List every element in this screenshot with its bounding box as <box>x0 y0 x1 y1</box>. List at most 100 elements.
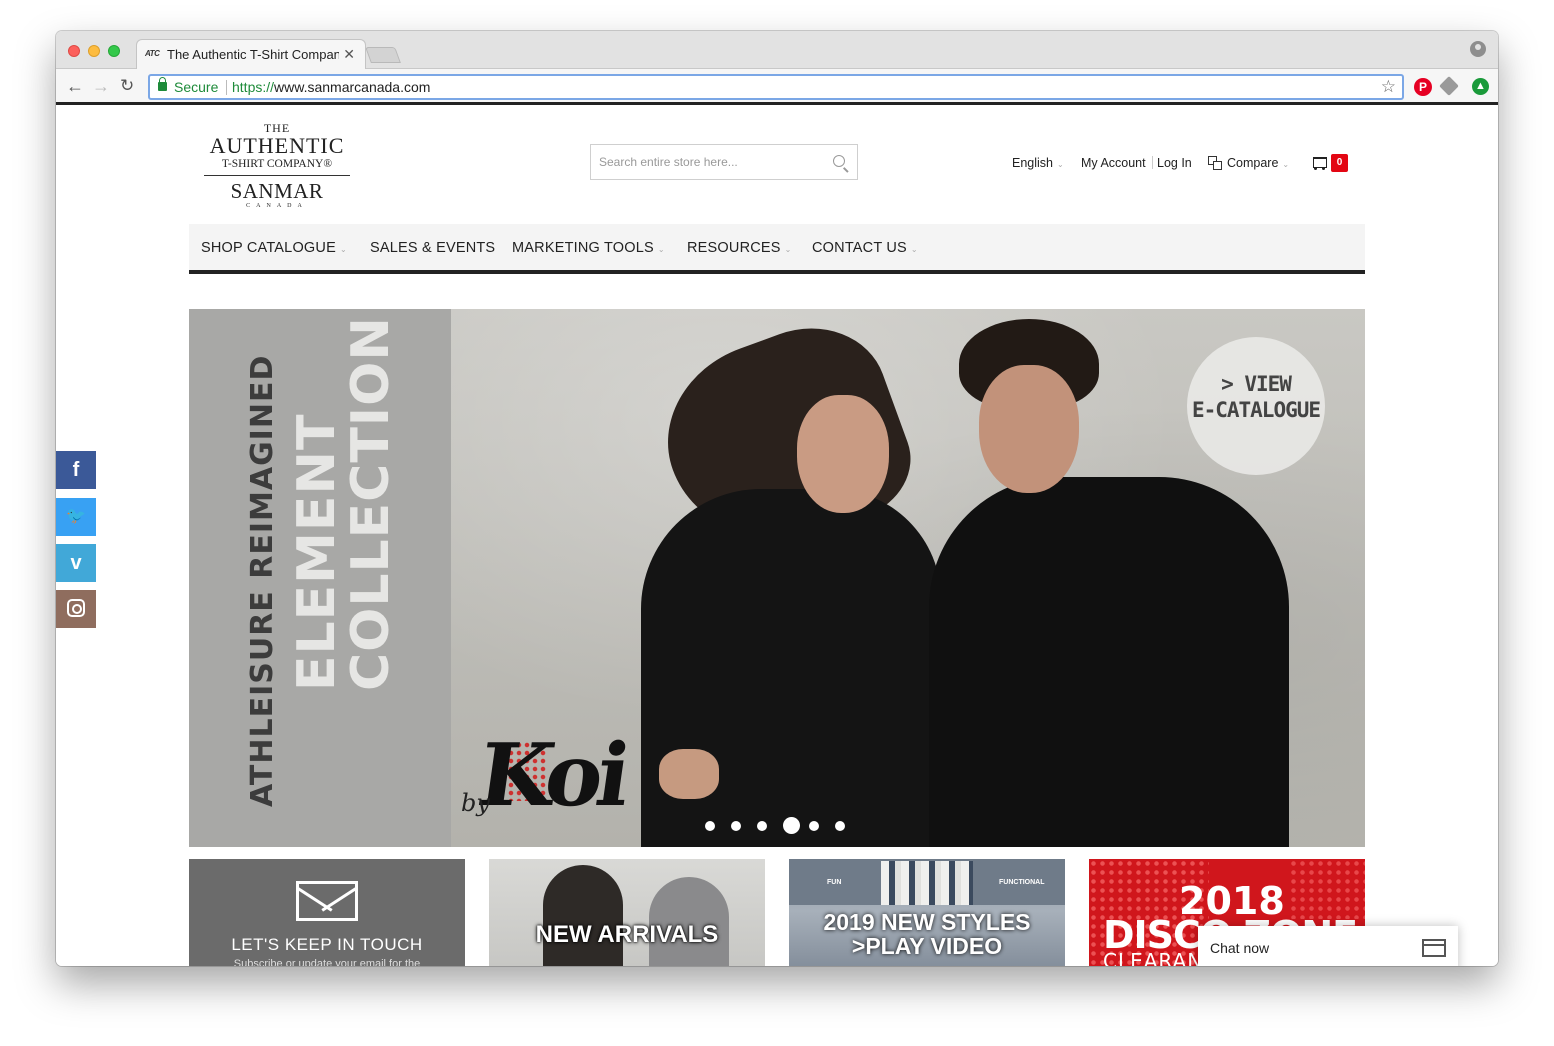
nav-item-label: SHOP CATALOGUE <box>201 240 336 256</box>
nav-item-shop-catalogue[interactable]: SHOP CATALOGUE ⌄ <box>201 240 347 256</box>
hero-title-collection: COLLECTION <box>341 316 401 691</box>
nav-item-label: CONTACT US <box>812 240 907 256</box>
newsletter-subtitle: Subscribe or update your email for the <box>233 958 421 966</box>
url-scheme: https:// <box>232 79 275 95</box>
tag-icon[interactable] <box>1439 76 1459 96</box>
header-divider <box>1152 156 1153 169</box>
chat-label: Chat now <box>1210 940 1270 956</box>
pinterest-icon[interactable]: P <box>1414 78 1432 96</box>
nav-item-label: MARKETING TOOLS <box>512 240 654 256</box>
nav-item-sales-events[interactable]: SALES & EVENTS <box>370 240 495 256</box>
new-arrivals-tile[interactable]: NEW ARRIVALS <box>489 859 765 966</box>
close-window-button[interactable] <box>68 45 80 57</box>
newsletter-tile[interactable]: LET'S KEEP IN TOUCH Subscribe or update … <box>189 859 465 966</box>
url-host: www.sanmarcanada.com <box>274 79 431 95</box>
chevron-down-icon: ⌄ <box>1282 160 1290 169</box>
logo-line-sanmar: SANMAR <box>230 179 324 203</box>
chevron-down-icon: ⌄ <box>784 245 792 254</box>
koi-brand-logo: Koi <box>471 725 631 826</box>
slider-dot[interactable] <box>809 821 819 831</box>
tile-model-man <box>543 865 623 966</box>
login-link[interactable]: Log In <box>1157 156 1192 170</box>
model-man-face <box>979 365 1079 493</box>
hero-text-panel: ATHLEISURE REIMAGINED ELEMENT COLLECTION <box>189 309 451 847</box>
logo-line-tshirt: T-SHIRT COMPANY® <box>204 157 350 176</box>
url-separator <box>226 80 227 95</box>
compare-label: Compare <box>1227 156 1279 170</box>
profile-icon[interactable] <box>1470 41 1486 57</box>
bookmark-star-icon[interactable]: ☆ <box>1381 77 1396 97</box>
forward-arrow-icon[interactable]: → <box>92 76 110 97</box>
close-tab-icon[interactable]: ✕ <box>343 46 355 63</box>
address-bar[interactable]: Secure https://www.sanmarcanada.com ☆ <box>148 74 1404 100</box>
search-input[interactable] <box>591 145 819 179</box>
slider-dot[interactable] <box>757 821 767 831</box>
compare-link[interactable]: Compare ⌄ <box>1227 156 1289 170</box>
search-box <box>590 144 858 180</box>
chevron-down-icon: ⌄ <box>339 245 347 254</box>
new-arrivals-title: NEW ARRIVALS <box>535 921 719 948</box>
my-account-link[interactable]: My Account <box>1081 156 1146 170</box>
cart-count-badge[interactable]: 0 <box>1331 154 1348 172</box>
reload-icon[interactable]: ↻ <box>120 76 134 96</box>
logo-line-authentic: AUTHENTIC <box>209 133 345 158</box>
browser-tab[interactable]: ATC The Authentic T-Shirt Company ✕ <box>136 39 366 69</box>
chevron-down-icon: ⌄ <box>910 245 918 254</box>
slider-dot[interactable] <box>705 821 715 831</box>
model-woman-hand <box>659 749 719 799</box>
nav-item-resources[interactable]: RESOURCES ⌄ <box>687 240 792 256</box>
nav-item-marketing-tools[interactable]: MARKETING TOOLS ⌄ <box>512 240 665 256</box>
hero-title-element: ELEMENT <box>287 413 347 691</box>
slider-dot[interactable] <box>783 817 800 834</box>
new-styles-video-tile[interactable]: FUN FUNCTIONAL 2019 NEW STYLES >PLAY VID… <box>789 859 1065 966</box>
upload-icon[interactable]: ▲ <box>1472 78 1489 95</box>
url-text[interactable]: https://www.sanmarcanada.com <box>232 79 430 95</box>
tab-title: The Authentic T-Shirt Company <box>167 47 339 62</box>
chat-widget[interactable]: Chat now <box>1198 926 1458 966</box>
nav-item-label: SALES & EVENTS <box>370 240 496 256</box>
hero-banner[interactable]: ATHLEISURE REIMAGINED ELEMENT COLLECTION… <box>189 309 1365 847</box>
site-logo[interactable]: THE AUTHENTIC T-SHIRT COMPANY® SANMAR CA… <box>204 122 350 209</box>
atc-favicon-icon: ATC <box>145 49 160 58</box>
search-icon[interactable] <box>833 155 845 167</box>
compare-icon[interactable] <box>1208 156 1222 170</box>
tab-bar: ATC The Authentic T-Shirt Company ✕ <box>56 31 1498 69</box>
instagram-icon[interactable] <box>56 590 96 628</box>
model-man-sweater <box>929 477 1289 847</box>
secure-label: Secure <box>174 79 219 95</box>
language-selector[interactable]: English ⌄ <box>1012 156 1064 170</box>
vimeo-icon[interactable]: v <box>56 544 96 582</box>
browser-toolbar: ← → ↻ Secure https://www.sanmarcanada.co… <box>56 69 1498 105</box>
view-e-catalogue-button[interactable]: > VIEW E-CATALOGUE <box>1187 337 1325 475</box>
koi-brand-by: by <box>461 789 490 817</box>
envelope-icon <box>296 881 358 921</box>
cta-line-2: E-CATALOGUE <box>1191 398 1321 422</box>
play-video-link: >PLAY VIDEO <box>851 933 1003 959</box>
hero-tagline: ATHLEISURE REIMAGINED <box>245 354 280 807</box>
minimize-window-button[interactable] <box>88 45 100 57</box>
twitter-icon[interactable]: 🐦 <box>56 498 96 536</box>
chevron-down-icon: ⌄ <box>1057 160 1064 169</box>
cart-icon[interactable] <box>1310 154 1330 172</box>
facebook-icon[interactable]: f <box>56 451 96 489</box>
slider-dot[interactable] <box>731 821 741 831</box>
nav-item-contact-us[interactable]: CONTACT US ⌄ <box>812 240 918 256</box>
back-arrow-icon[interactable]: ← <box>66 76 84 97</box>
tile-label-functional: FUNCTIONAL <box>999 879 1045 886</box>
web-page: THE AUTHENTIC T-SHIRT COMPANY® SANMAR CA… <box>56 108 1498 966</box>
logo-line-canada: CANADA <box>246 203 308 209</box>
main-navigation: SHOP CATALOGUE ⌄ SALES & EVENTS MARKETING… <box>189 224 1365 274</box>
newsletter-title: LET'S KEEP IN TOUCH <box>231 935 423 954</box>
new-tab-button[interactable] <box>365 47 401 63</box>
nav-item-label: RESOURCES <box>687 240 781 256</box>
slider-dot[interactable] <box>835 821 845 831</box>
chat-window-icon[interactable] <box>1422 939 1446 957</box>
chevron-down-icon: ⌄ <box>657 245 665 254</box>
zoom-window-button[interactable] <box>108 45 120 57</box>
instagram-glyph <box>67 599 85 618</box>
tile-label-fun: FUN <box>827 879 842 886</box>
cta-line-1: > VIEW <box>1221 372 1292 396</box>
tile-dot-pattern <box>1289 859 1365 919</box>
language-label: English <box>1012 156 1053 170</box>
new-styles-title: 2019 NEW STYLES <box>823 909 1031 935</box>
